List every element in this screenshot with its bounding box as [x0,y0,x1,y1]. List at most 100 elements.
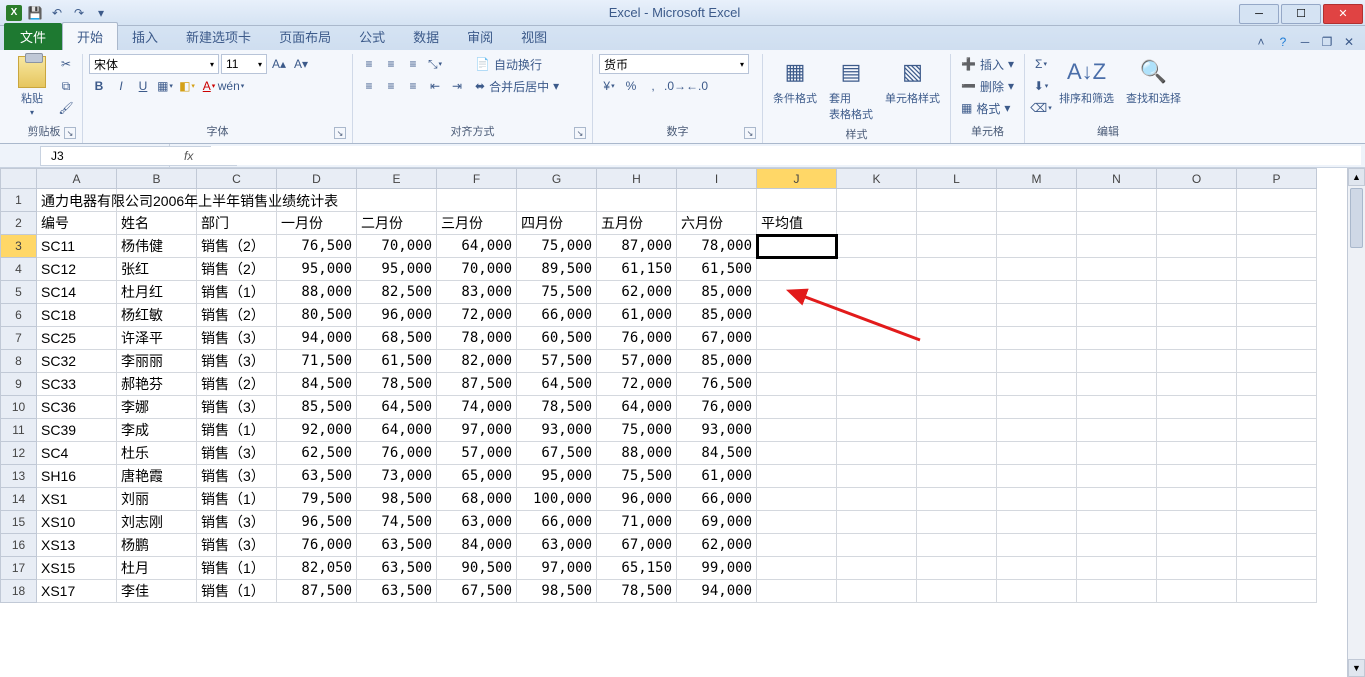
cell[interactable]: 75,000 [517,235,597,258]
cell[interactable]: 82,500 [357,281,437,304]
cell[interactable]: SC33 [37,373,117,396]
cell[interactable] [997,304,1077,327]
cell[interactable] [1237,534,1317,557]
column-header[interactable]: N [1077,169,1157,189]
cell[interactable]: 100,000 [517,488,597,511]
cell[interactable]: 87,500 [437,373,517,396]
orientation-icon[interactable]: ⤡ [425,54,445,74]
cell[interactable] [517,189,597,212]
cell[interactable]: 销售（1） [197,281,277,304]
cell[interactable]: 销售（3） [197,327,277,350]
cell[interactable]: 80,500 [277,304,357,327]
cell[interactable] [1157,235,1237,258]
cell[interactable]: 74,000 [437,396,517,419]
cell[interactable] [1077,580,1157,603]
cell[interactable] [917,281,997,304]
cell[interactable]: 销售（3） [197,396,277,419]
cell[interactable]: 84,500 [677,442,757,465]
cell[interactable]: 62,500 [277,442,357,465]
tab-layout[interactable]: 页面布局 [265,23,345,50]
redo-icon[interactable]: ↷ [70,4,88,22]
cell[interactable] [837,511,917,534]
cell[interactable]: 销售（3） [197,442,277,465]
cell[interactable]: 杜月红 [117,281,197,304]
cell[interactable] [1077,235,1157,258]
cut-icon[interactable]: ✂ [56,54,76,74]
cell[interactable] [1157,189,1237,212]
cell[interactable]: 杨红敏 [117,304,197,327]
cell[interactable] [837,373,917,396]
help-icon[interactable]: ? [1275,34,1291,50]
cell[interactable]: 部门 [197,212,277,235]
cell[interactable] [757,396,837,419]
cell[interactable] [917,350,997,373]
cell[interactable] [1157,465,1237,488]
column-header[interactable]: A [37,169,117,189]
cell[interactable]: 刘志刚 [117,511,197,534]
cell[interactable]: 销售（2） [197,258,277,281]
row-header[interactable]: 15 [1,511,37,534]
row-header[interactable]: 13 [1,465,37,488]
cell[interactable]: 87,500 [277,580,357,603]
row-header[interactable]: 12 [1,442,37,465]
cell[interactable]: 62,000 [677,534,757,557]
cell[interactable]: 67,000 [597,534,677,557]
cell[interactable]: 62,000 [597,281,677,304]
cell[interactable] [1077,373,1157,396]
tab-insert[interactable]: 插入 [118,23,172,50]
cell[interactable] [837,212,917,235]
cell[interactable] [1077,212,1157,235]
cell[interactable]: 96,000 [597,488,677,511]
cell[interactable]: 一月份 [277,212,357,235]
spreadsheet-grid[interactable]: ABCDEFGHIJKLMNOP1通力电器有限公司2006年上半年销售业绩统计表… [0,168,1317,603]
cell[interactable] [757,557,837,580]
fill-color-icon[interactable]: ◧ [177,76,197,96]
cell[interactable]: 销售（2） [197,373,277,396]
cell[interactable]: 70,000 [357,235,437,258]
sort-filter-button[interactable]: A↓Z排序和筛选 [1055,54,1118,108]
cell[interactable]: 76,000 [677,396,757,419]
cell[interactable] [917,511,997,534]
scroll-up-icon[interactable]: ▲ [1348,168,1365,186]
maximize-button[interactable]: ☐ [1281,4,1321,24]
cell[interactable]: 95,000 [517,465,597,488]
cell[interactable] [1157,373,1237,396]
cell[interactable]: 63,000 [437,511,517,534]
row-header[interactable]: 16 [1,534,37,557]
cell[interactable]: 61,000 [677,465,757,488]
cell[interactable] [1077,350,1157,373]
border-icon[interactable]: ▦ [155,76,175,96]
cell[interactable]: SC12 [37,258,117,281]
cell[interactable] [757,534,837,557]
increase-decimal-icon[interactable]: .0→ [665,76,685,96]
cell[interactable] [1157,327,1237,350]
tab-review[interactable]: 审阅 [453,23,507,50]
cell[interactable]: SC14 [37,281,117,304]
cell[interactable]: 编号 [37,212,117,235]
workbook-close-icon[interactable]: ✕ [1341,34,1357,50]
align-middle-icon[interactable]: ≡ [381,54,401,74]
cell[interactable]: 57,000 [597,350,677,373]
cell[interactable]: 85,000 [677,304,757,327]
cell[interactable] [837,189,917,212]
cell[interactable]: 四月份 [517,212,597,235]
cell[interactable]: 92,000 [277,419,357,442]
cell[interactable] [1077,304,1157,327]
cell[interactable]: 82,000 [437,350,517,373]
cell[interactable] [1157,534,1237,557]
cell[interactable]: 63,500 [277,465,357,488]
cell[interactable]: 68,000 [437,488,517,511]
cell[interactable] [757,304,837,327]
cell[interactable] [1157,258,1237,281]
cell[interactable] [1077,281,1157,304]
cell[interactable]: 销售（1） [197,419,277,442]
cell[interactable] [1157,350,1237,373]
cell[interactable]: XS17 [37,580,117,603]
cell[interactable] [997,511,1077,534]
cell[interactable] [1237,350,1317,373]
qat-customize-icon[interactable]: ▾ [92,4,110,22]
percent-icon[interactable]: % [621,76,641,96]
cell[interactable]: 71,000 [597,511,677,534]
cell[interactable] [757,511,837,534]
cell[interactable]: 64,000 [437,235,517,258]
